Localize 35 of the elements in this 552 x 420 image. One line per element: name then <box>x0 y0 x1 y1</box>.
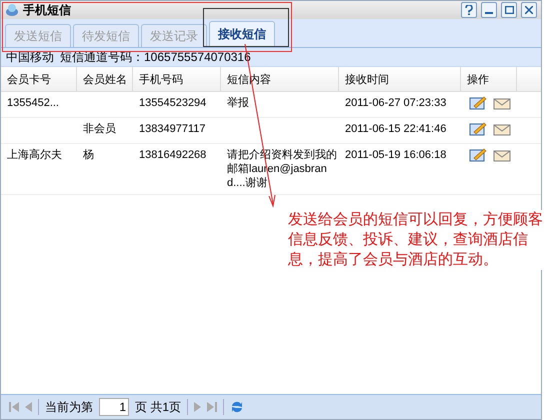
close-button[interactable] <box>521 2 537 18</box>
edit-icon[interactable] <box>469 148 487 162</box>
envelope-icon[interactable] <box>493 148 511 162</box>
table-cell-text: 1355452... <box>6 96 60 111</box>
table-cell-text: 上海高尔夫 <box>6 148 63 163</box>
column-header[interactable]: 接收时间 <box>339 67 461 91</box>
table-cell-text: 杨 <box>82 148 95 163</box>
column-header[interactable]: 会员卡号 <box>1 67 77 91</box>
maximize-icon <box>504 6 514 14</box>
maximize-button[interactable] <box>501 2 517 18</box>
window-title: 手机短信 <box>23 2 72 18</box>
table-cell-text: 13834977117 <box>138 122 206 137</box>
edit-icon[interactable] <box>469 122 487 136</box>
table-cell-text: 举报 <box>226 96 250 111</box>
table-cell-text: 2011-06-15 22:41:46 <box>344 122 448 137</box>
table-cell-text: 非会员 <box>82 122 117 137</box>
envelope-icon[interactable] <box>493 96 511 110</box>
close-icon <box>525 6 533 14</box>
page-total: 页 共1页 <box>135 398 182 416</box>
refresh-icon[interactable] <box>230 400 244 414</box>
page-prefix: 当前为第 <box>45 398 93 416</box>
table-cell-text: 13816492268 <box>138 148 208 163</box>
column-header[interactable]: 会员姓名 <box>77 67 133 91</box>
table-cell-text: 2011-06-27 07:23:33 <box>344 96 448 111</box>
column-header[interactable]: 手机号码 <box>133 67 221 91</box>
question-mark-icon <box>465 5 473 15</box>
envelope-icon[interactable] <box>493 122 511 136</box>
page-input[interactable]: 1 <box>99 398 129 416</box>
minimize-button[interactable] <box>481 2 497 18</box>
edit-icon[interactable] <box>469 96 487 110</box>
help-button[interactable] <box>461 2 477 18</box>
tab[interactable]: 接收短信 <box>209 21 275 47</box>
column-header[interactable]: 操作 <box>461 67 517 91</box>
table-cell-text: 13554523294 <box>138 96 208 111</box>
table-cell-text: 2011-05-19 16:06:18 <box>344 148 448 163</box>
